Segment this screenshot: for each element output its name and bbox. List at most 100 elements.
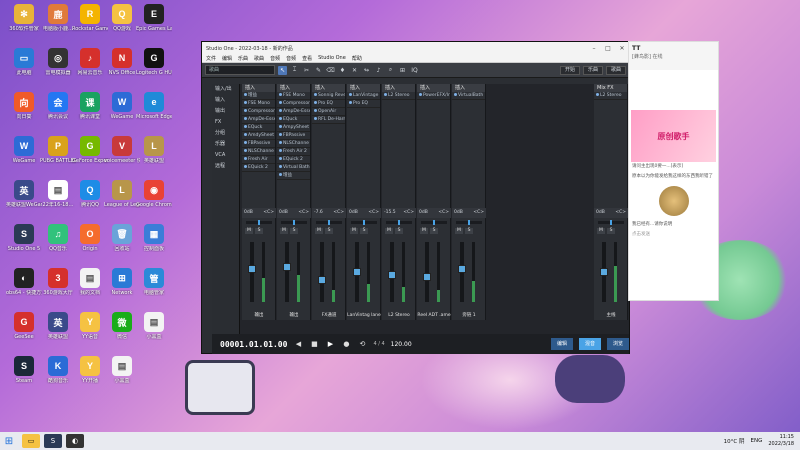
power-icon[interactable] [244,165,247,168]
desktop-icon[interactable]: 课腾讯课堂 [72,92,108,120]
menu-item[interactable]: Studio One [318,55,346,61]
desktop-icon[interactable]: S Studio One 5 [6,224,42,252]
insert-slot[interactable]: 增益 [277,172,310,180]
start-button[interactable]: 开始 [559,65,580,75]
channel-gain-pan[interactable]: 0dB <C> [594,208,628,218]
insert-slot[interactable]: AmpDe-Esser [277,108,310,116]
power-icon[interactable] [244,109,247,112]
insert-slot[interactable]: FSE Mono [277,92,310,100]
solo-button[interactable]: S [395,228,403,234]
browse-tab[interactable]: 浏览 [606,338,629,350]
song-selector[interactable]: 歌曲 [205,65,275,75]
insert-slot[interactable]: 增益 [242,92,275,100]
insert-slot[interactable]: EQuck [242,124,275,132]
power-icon[interactable] [454,93,457,96]
channel-gain-pan[interactable]: 0dB <C> [242,208,276,218]
qq-header[interactable]: TT [蜂鸟影] 在线 [629,42,718,70]
desktop-icon[interactable]: ▤ 小黑盒 [104,356,140,384]
channel-gain-pan[interactable]: 0dB <C> [277,208,311,218]
power-icon[interactable] [279,165,282,168]
taskbar-obs-icon[interactable]: ◐ [66,434,84,448]
desktop-icon[interactable]: Q 腾讯QQ [72,180,108,208]
qq-input-hint[interactable]: 点击发送 [629,230,718,240]
pan-knob[interactable] [610,220,612,225]
record-icon[interactable]: ● [341,339,351,349]
insert-slot[interactable]: AmpySheet [277,124,310,132]
desktop-icon[interactable]: O Origin [72,224,108,252]
channel-gain-pan[interactable]: -15.5 <C> [382,208,416,218]
desktop-icon[interactable]: e Microsoft Edge [136,92,172,120]
desktop-icon[interactable]: 🗑 回收站 [104,224,140,252]
power-icon[interactable] [314,109,317,112]
pan-knob[interactable] [328,220,330,225]
desktop-icon[interactable]: 管电脑管家 [136,268,172,296]
menu-item[interactable]: 音频 [270,55,280,62]
insert-slot[interactable]: AmdySheet [242,132,275,140]
power-icon[interactable] [384,93,387,96]
channel-name[interactable]: 输出 [242,312,276,320]
time-display[interactable]: 00001.01.01.00 [220,340,287,349]
pan-knob[interactable] [398,220,400,225]
desktop-icon[interactable]: Vvoicemeeter 快捷方式 [104,136,140,164]
listen-tool-icon[interactable]: ♪ [374,66,383,75]
power-icon[interactable] [349,93,352,96]
channel-insert-header[interactable]: Mix FX [594,84,627,92]
insert-slot[interactable]: VirtualBath [452,92,485,100]
desktop-icon[interactable]: 鹿电脑版小鹿… [40,4,76,32]
volume-fader[interactable] [388,242,396,302]
loop-icon[interactable]: ⟲ [357,339,367,349]
channel-name[interactable]: Reel ADT .ame [417,312,451,320]
rewind-icon[interactable]: ◀ [293,339,303,349]
fader-knob[interactable] [353,268,361,276]
menu-item[interactable]: 文件 [206,55,216,62]
language-indicator[interactable]: ENG [751,438,763,444]
desktop-icon[interactable]: ◐ obs64 - 快捷方式 [6,268,42,296]
channel-gain-pan[interactable]: 0dB <C> [452,208,486,218]
fader-knob[interactable] [283,263,291,271]
mute-button[interactable]: M [315,228,323,234]
desktop-icon[interactable]: ⊞ Network [104,268,140,296]
solo-button[interactable]: S [255,228,263,234]
fader-knob[interactable] [423,273,431,281]
desktop-icon[interactable]: Y YY语音 [72,312,108,340]
desktop-icon[interactable]: ♪ 网易云音乐 [72,48,108,76]
arrange-button[interactable]: 乐曲 [582,65,603,75]
desktop-icon[interactable]: ◎ 雷电模拟器 [40,48,76,76]
insert-slot[interactable]: L2 Stereo [382,92,415,100]
insert-slot[interactable]: Fresh Air [242,156,275,164]
volume-fader[interactable] [353,242,361,302]
pan-slider[interactable] [421,220,447,225]
power-icon[interactable] [314,101,317,104]
volume-fader[interactable] [600,242,608,302]
solo-button[interactable]: S [465,228,473,234]
taskbar-studio-one-icon[interactable]: S [44,434,62,448]
mute-tool-icon[interactable]: ✕ [350,66,359,75]
power-icon[interactable] [314,117,317,120]
channel-insert-header[interactable]: 插入 [347,84,380,92]
menu-item[interactable]: 查看 [302,55,312,62]
insert-slot[interactable]: FBPassive [277,132,310,140]
volume-fader[interactable] [283,242,291,302]
power-icon[interactable] [349,101,352,104]
desktop-icon[interactable]: 英英雄联盟 [40,312,76,340]
menu-item[interactable]: 乐曲 [238,55,248,62]
mixer-sidebar-item[interactable]: VCA [212,150,239,161]
desktop-icon[interactable]: R Rockstar Games… [72,4,108,32]
song-button[interactable]: 歌曲 [605,65,626,75]
insert-slot[interactable]: Compressor [277,100,310,108]
insert-slot[interactable]: EQuick 2 [277,156,310,164]
stop-icon[interactable]: ■ [309,339,319,349]
maximize-icon[interactable]: □ [601,45,615,52]
channel-insert-header[interactable]: 插入 [242,84,275,92]
power-icon[interactable] [244,149,247,152]
desktop-icon[interactable]: 英英雄联盟WeGame版 [6,180,42,208]
mix-tab[interactable]: 混音 [578,338,601,350]
solo-button[interactable]: S [607,228,615,234]
pan-slider[interactable] [281,220,307,225]
desktop-icon[interactable]: E Epic Games Launcher [136,4,172,32]
desktop-icon[interactable]: ▭ 此电脑 [6,48,42,76]
pan-knob[interactable] [293,220,295,225]
insert-slot[interactable]: NLSChanne [277,140,310,148]
fader-knob[interactable] [388,271,396,279]
menu-item[interactable]: 歌曲 [254,55,264,62]
